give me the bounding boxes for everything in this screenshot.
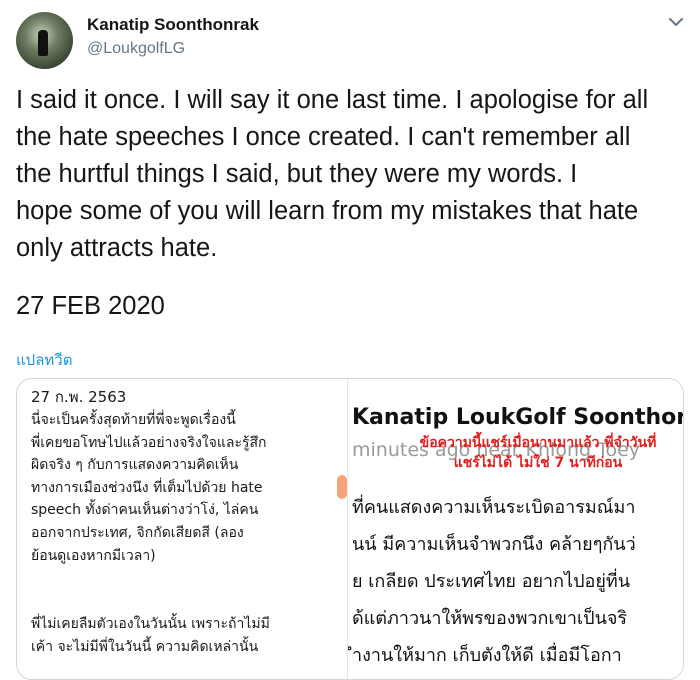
tweet-line: the hurtful things I said, but they were…	[16, 160, 578, 188]
note-line: ย้อนดูเองหากมีเวลา)	[31, 547, 156, 564]
post-author: Kanatip LoukGolf Soonthornr	[352, 405, 684, 430]
attached-image[interactable]: 27 ก.พ. 2563 นี่จะเป็นครั้งสุดท้ายที่พี่…	[16, 378, 684, 680]
tweet-line: I said it once. I will say it one last t…	[16, 86, 649, 114]
note-line: speech ทั้งด่าคนเห็นต่างว่าโง่, ไล่คน	[31, 502, 259, 519]
tweet-text: I said it once. I will say it one last t…	[16, 82, 690, 267]
tweet-line: the hate speeches I once created. I can'…	[16, 123, 631, 151]
note-line: พี่ไม่เคยลืมตัวเองในวันนั้น เพราะถ้าไม่ม…	[31, 616, 270, 632]
note-line: เค้า จะไม่มีพี่ในวันนี้ ความคิดเหล่านั้น	[31, 638, 259, 655]
scroll-indicator	[337, 475, 347, 499]
tweet-date: 27 FEB 2020	[16, 292, 165, 320]
note-line: นี่จะเป็นครั้งสุดท้ายที่พี่จะพูดเรื่องนี…	[31, 412, 236, 428]
note-line: ออกจากประเทศ, จิกกัดเสียดสี (ลอง	[31, 524, 244, 541]
note-line: ผิดจริง ๆ กับการแสดงความคิดเห็น	[31, 457, 239, 474]
note-paragraph-1: นี่จะเป็นครั้งสุดท้ายที่พี่จะพูดเรื่องนี…	[31, 409, 343, 567]
translate-tweet-link[interactable]: แปลทวีต	[16, 348, 72, 372]
tweet-line: only attracts hate.	[16, 234, 218, 262]
note-paragraph-2: พี่ไม่เคยลืมตัวเองในวันนั้น เพราะถ้าไม่ม…	[31, 613, 343, 658]
chevron-down-icon[interactable]	[666, 12, 686, 32]
post-line: ย เกลียด ประเทศไทย อยากไปอยู่ที่น	[352, 571, 631, 592]
note-line: ทางการเมืองช่วงนึง ที่เต็มไปด้วย hate	[31, 479, 263, 496]
post-line: ด้แต่ภาวนาให้พรของพวกเขาเป็นจริ	[352, 608, 628, 629]
post-line: ที่คนแสดงความเห็นระเบิดอารมณ์มา	[352, 497, 636, 518]
post-body: ที่คนแสดงความเห็นระเบิดอารมณ์มา นน์ มีคว…	[352, 489, 636, 674]
author-name[interactable]: Kanatip Soonthonrak	[87, 15, 259, 35]
chevron-down-icon-svg	[669, 18, 683, 26]
post-line: นน์ มีความเห็นจำพวกนึง คล้ายๆกันว่	[352, 534, 636, 555]
note-date: 27 ก.พ. 2563	[31, 388, 127, 406]
post-line: ำงานให้มาก เก็บตังให้ดี เมื่อมีโอกา	[352, 645, 622, 666]
red-overlay-note: ข้อความนี้แชร์เมื่อนานมาแล้ว พี่จำวันที่…	[419, 435, 657, 471]
tweet-line: hope some of you will learn from my mist…	[16, 197, 639, 225]
avatar[interactable]	[16, 12, 73, 69]
note-screenshot: 27 ก.พ. 2563 นี่จะเป็นครั้งสุดท้ายที่พี่…	[17, 379, 347, 679]
facebook-post-screenshot: Kanatip LoukGolf Soonthornr minutes ago …	[347, 379, 684, 679]
note-line: พี่เคยขอโทษไปแล้วอย่างจริงใจและรู้สึก	[31, 434, 267, 451]
author-handle[interactable]: @LoukgolfLG	[87, 40, 185, 58]
